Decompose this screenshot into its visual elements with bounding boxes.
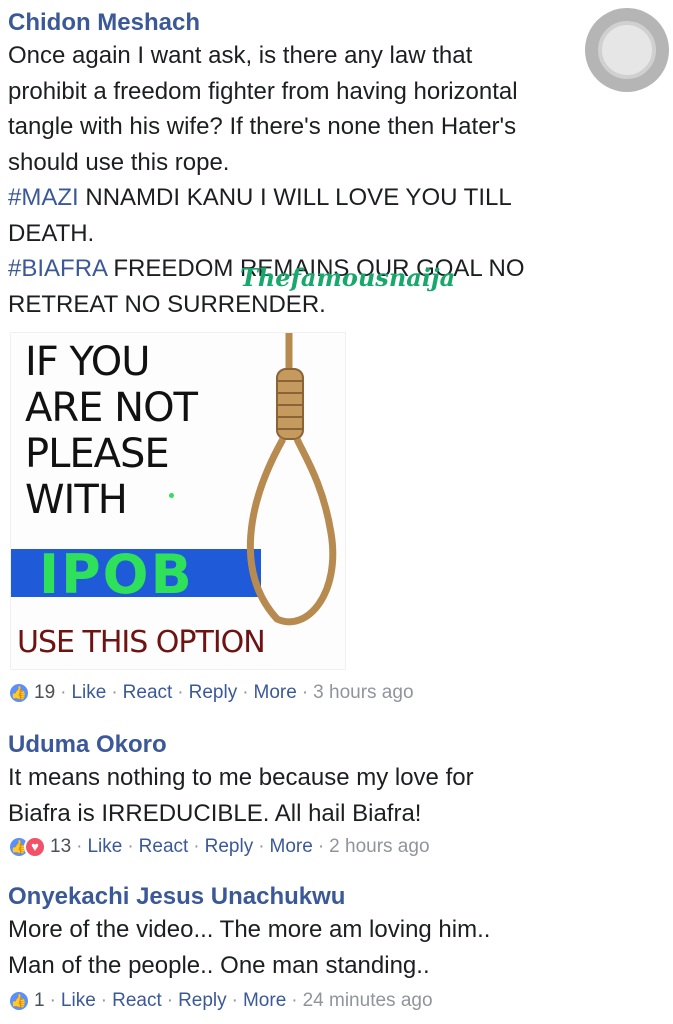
- more-button[interactable]: More: [243, 988, 286, 1014]
- reply-button[interactable]: Reply: [178, 988, 227, 1014]
- like-reaction-icon: 👍: [8, 682, 30, 704]
- comment-uduma: Uduma Okoro It means nothing to me becau…: [8, 730, 659, 831]
- reply-button[interactable]: Reply: [205, 834, 254, 860]
- react-button[interactable]: React: [139, 834, 189, 860]
- watermark: Thefamousnaija: [240, 263, 456, 292]
- green-dot: [169, 493, 174, 498]
- comment-onyekachi: Onyekachi Jesus Unachukwu More of the vi…: [8, 882, 659, 983]
- comment-author[interactable]: Uduma Okoro: [8, 730, 659, 760]
- text-line: prohibit a freedom fighter from having h…: [8, 77, 518, 105]
- reaction-count[interactable]: 1: [34, 988, 45, 1014]
- hashtag-biafra[interactable]: #BIAFRA: [8, 255, 107, 282]
- reply-button[interactable]: Reply: [189, 680, 238, 706]
- meme-line: WITH: [25, 477, 128, 523]
- text-line: More of the video... The more am loving …: [8, 916, 491, 943]
- comment-text: Once again I want ask, is there any law …: [8, 38, 659, 322]
- like-button[interactable]: Like: [87, 834, 122, 860]
- text-line: Man of the people.. One man standing..: [8, 951, 430, 979]
- comment-chidon: Chidon Meshach Once again I want ask, is…: [8, 8, 659, 322]
- meme-line: PLEASE: [25, 431, 170, 477]
- comment-author[interactable]: Onyekachi Jesus Unachukwu: [8, 882, 659, 912]
- react-button[interactable]: React: [112, 988, 162, 1014]
- text-line: Once again I want ask, is there any law …: [8, 42, 473, 69]
- text-line: tangle with his wife? If there's none th…: [8, 113, 517, 140]
- ipob-text: IPOB: [39, 543, 194, 606]
- reaction-count[interactable]: 13: [50, 834, 71, 860]
- meme-line: IF YOU: [25, 339, 151, 385]
- like-button[interactable]: Like: [61, 988, 96, 1014]
- comment-image[interactable]: IF YOU ARE NOT PLEASE WITH IPOB USE THIS…: [10, 332, 346, 670]
- react-button[interactable]: React: [123, 680, 173, 706]
- text-line: It means nothing to me because my love f…: [8, 764, 474, 791]
- comment-text: It means nothing to me because my love f…: [8, 760, 659, 831]
- more-button[interactable]: More: [254, 680, 297, 706]
- text-line: Biafra is IRREDUCIBLE. All hail Biafra!: [8, 799, 422, 827]
- meme-line: ARE NOT: [25, 385, 198, 431]
- comment-actions: 👍 1 · Like · React · Reply · More · 24 minute…: [8, 988, 659, 1014]
- hashtag-mazi[interactable]: #MAZI: [8, 184, 79, 211]
- more-button[interactable]: More: [270, 834, 313, 860]
- meme-bottom-text: USE THIS OPTION: [17, 625, 266, 660]
- text-line: DEATH.: [8, 219, 95, 247]
- timestamp[interactable]: 2 hours ago: [329, 834, 429, 860]
- comment-author[interactable]: Chidon Meshach: [8, 8, 659, 38]
- timestamp[interactable]: 3 hours ago: [313, 680, 413, 706]
- comment-actions: 👍 ♥ 13 · Like · React · Reply · More · 2 hour…: [8, 834, 659, 860]
- like-button[interactable]: Like: [71, 680, 106, 706]
- comment-actions: 👍 19 · Like · React · Reply · More · 3 hours …: [8, 680, 659, 706]
- noose-icon: [246, 333, 337, 626]
- timestamp[interactable]: 24 minutes ago: [303, 988, 433, 1014]
- text-line: should use this rope.: [8, 148, 230, 176]
- text-fragment: NNAMDI KANU I WILL LOVE YOU TILL: [78, 184, 512, 211]
- like-reaction-icon: 👍: [8, 990, 30, 1012]
- comment-text: More of the video... The more am loving …: [8, 912, 659, 983]
- reaction-count[interactable]: 19: [34, 680, 55, 706]
- text-line: #MAZI NNAMDI KANU I WILL LOVE YOU TILL: [8, 180, 659, 216]
- love-reaction-icon: ♥: [24, 836, 46, 858]
